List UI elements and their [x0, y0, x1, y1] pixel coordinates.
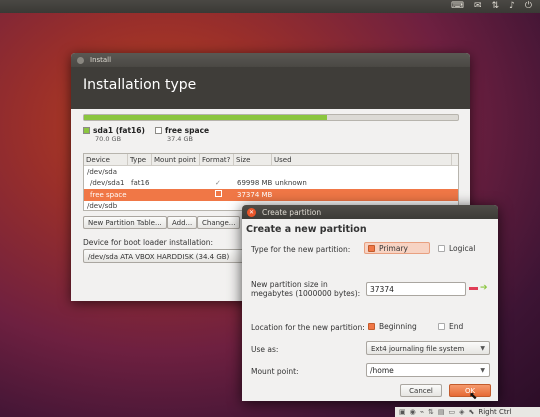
primary-radio[interactable] [368, 245, 375, 252]
display-icon[interactable]: ▭ [448, 408, 455, 416]
create-partition-dialog: ✕ Create partition Create a new partitio… [242, 205, 498, 401]
install-titlebar: Install [71, 53, 470, 67]
dialog-title: Create partition [262, 207, 322, 217]
mail-icon[interactable]: ✉ [474, 0, 482, 13]
close-icon[interactable]: ✕ [247, 207, 256, 217]
check-icon: ✓ [215, 179, 221, 188]
increase-icon[interactable]: ➔ [480, 284, 488, 294]
end-label: End [449, 322, 464, 331]
partition-table[interactable]: Device Type Mount point Format? Size Use… [83, 153, 459, 211]
change-partition-button[interactable]: Change... [197, 216, 241, 229]
partition-size-label-2: megabytes (1000000 bytes): [251, 289, 361, 298]
cell-used: unknown [275, 179, 307, 188]
chevron-down-icon: ▼ [480, 345, 485, 352]
legend-size: 37.4 GB [166, 135, 193, 143]
cell-device: free space [90, 190, 127, 199]
keyboard-icon[interactable]: ⌨ [451, 0, 464, 13]
column-header[interactable]: Type [128, 154, 152, 165]
cancel-button[interactable]: Cancel [400, 384, 442, 397]
logical-radio[interactable] [438, 245, 445, 252]
window-close-icon[interactable] [77, 56, 84, 64]
boot-loader-label: Device for boot loader installation: [83, 238, 214, 247]
dialog-titlebar: ✕ Create partition [242, 205, 498, 219]
beginning-radio[interactable] [368, 323, 375, 330]
mouse-cursor-icon: ⬉ [469, 391, 478, 402]
install-window-title: Install [90, 56, 112, 64]
primary-label: Primary [379, 244, 408, 253]
table-row[interactable]: /dev/sda1 fat16 ✓ 69998 MB unknown [84, 178, 458, 190]
partition-size-label-1: New partition size in [251, 280, 328, 289]
partition-type-label: Type for the new partition: [251, 245, 351, 254]
capture-icon[interactable]: ◈ [459, 408, 464, 416]
legend-item-free: free space 37.4 GB [154, 126, 210, 143]
power-icon[interactable]: ⏻ [525, 0, 532, 13]
partition-size-input[interactable]: 37374 [366, 282, 466, 296]
legend-swatch-white [154, 127, 162, 134]
host-key-label: Right Ctrl [478, 408, 512, 416]
legend-name: sda1 (fat16) [93, 126, 145, 135]
legend-swatch-green [83, 127, 90, 134]
chevron-down-icon[interactable]: ▼ [480, 367, 485, 374]
cell-size: 37374 MB [237, 190, 272, 199]
size-stepper[interactable]: ➔ [469, 284, 491, 294]
use-as-label: Use as: [251, 345, 279, 354]
cd-icon[interactable]: ◉ [410, 408, 416, 416]
shared-folder-icon[interactable]: ▤ [438, 408, 445, 416]
legend-name: free space [164, 126, 210, 135]
new-partition-table-button[interactable]: New Partition Table... [83, 216, 167, 229]
location-label: Location for the new partition: [251, 323, 365, 332]
use-as-select[interactable]: Ext4 journaling file system ▼ [366, 341, 490, 355]
volume-icon[interactable]: ♪ [509, 0, 515, 13]
format-checkbox[interactable] [200, 190, 234, 199]
network-icon[interactable]: ⇅ [492, 0, 500, 13]
top-panel: ⌨ ✉ ⇅ ♪ ⏻ [0, 0, 540, 13]
format-checkbox[interactable]: ✓ [200, 179, 234, 187]
mount-point-value: /home [370, 366, 394, 375]
disk-legend: sda1 (fat16) 70.0 GB free space 37.4 GB [83, 126, 209, 143]
cell-device: /dev/sdb [87, 202, 118, 211]
mouse-icon[interactable]: ⬉ [468, 408, 474, 416]
table-row-selected[interactable]: free space 37374 MB [84, 189, 458, 201]
end-radio[interactable] [438, 323, 445, 330]
table-header: Device Type Mount point Format? Size Use… [84, 154, 458, 166]
column-header[interactable]: Format? [200, 154, 234, 165]
cell-device: /dev/sda1 [90, 179, 125, 188]
hdd-icon[interactable]: ▣ [399, 408, 406, 416]
legend-size: 70.0 GB [95, 135, 122, 143]
column-header[interactable]: Device [84, 154, 128, 165]
column-header[interactable]: Size [234, 154, 272, 165]
page-title: Installation type [71, 67, 470, 109]
logical-label: Logical [449, 244, 476, 253]
decrease-icon[interactable] [469, 287, 478, 290]
legend-item-sda1: sda1 (fat16) 70.0 GB [83, 126, 145, 143]
usb-icon[interactable]: ⌁ [420, 408, 424, 416]
dialog-heading: Create a new partition [246, 224, 367, 235]
network-icon[interactable]: ⇅ [428, 408, 434, 416]
beginning-label: Beginning [379, 322, 417, 331]
boot-loader-select[interactable]: /dev/sda ATA VBOX HARDDISK (34.4 GB) [83, 249, 258, 263]
cell-device: /dev/sda [87, 167, 117, 176]
use-as-value: Ext4 journaling file system [371, 345, 465, 353]
table-row[interactable]: /dev/sda [84, 166, 458, 178]
column-header[interactable]: Used [272, 154, 452, 165]
cell-type: fat16 [131, 179, 150, 188]
mount-point-label: Mount point: [251, 367, 299, 376]
disk-usage-bar [83, 114, 459, 121]
mount-point-input[interactable]: /home ▼ [366, 363, 490, 377]
add-partition-button[interactable]: Add... [167, 216, 198, 229]
cell-size: 69998 MB [237, 179, 272, 188]
disk-usage-fill [84, 115, 328, 120]
column-header[interactable]: Mount point [152, 154, 200, 165]
checkbox-icon [215, 190, 222, 198]
vm-status-bar: ▣ ◉ ⌁ ⇅ ▤ ▭ ◈ ⬉ Right Ctrl [395, 407, 540, 417]
